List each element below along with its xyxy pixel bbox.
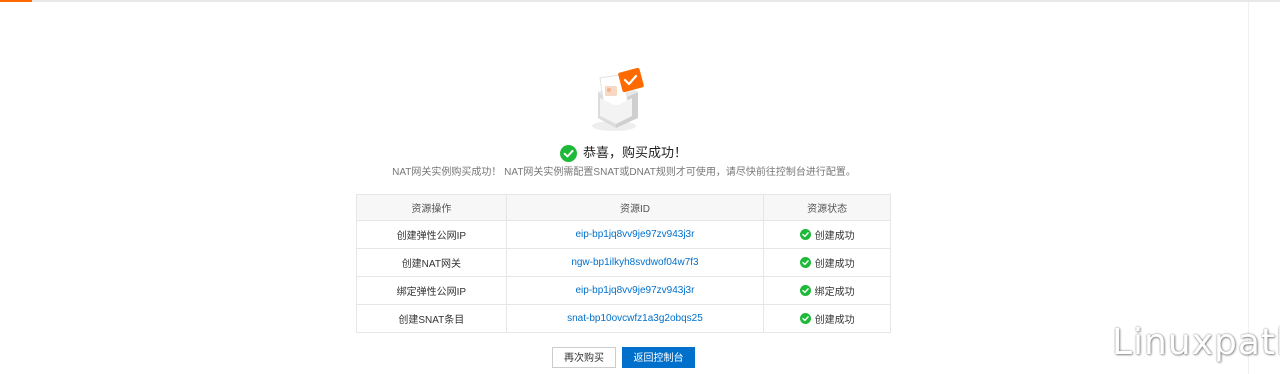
check-circle-icon: [560, 144, 577, 162]
status-badge: 创建成功: [799, 227, 855, 242]
column-header-status: 资源状态: [763, 194, 891, 221]
back-to-console-button[interactable]: 返回控制台: [622, 347, 695, 368]
success-description: NAT网关实例购买成功！ NAT网关实例需配置SNAT或DNAT规则才可使用，请…: [392, 167, 856, 178]
success-title: 恭喜，购买成功！: [583, 145, 688, 160]
check-circle-icon: [799, 284, 811, 296]
table-row: 创建NAT网关 ngw-bp1ilkyh8svdwof04w7f3 创建成功: [356, 248, 891, 277]
success-heading: 恭喜，购买成功！: [560, 143, 687, 163]
top-border: [0, 0, 1280, 2]
column-header-operation: 资源操作: [356, 194, 507, 221]
operation-cell: 创建弹性公网IP: [356, 220, 507, 249]
table-header-row: 资源操作 资源ID 资源状态: [356, 194, 891, 221]
right-divider: [1248, 2, 1249, 374]
check-circle-icon: [799, 256, 811, 268]
resource-table: 资源操作 资源ID 资源状态 创建弹性公网IP eip-bp1jq8vv9je9…: [356, 194, 891, 333]
status-text: 创建成功: [814, 230, 855, 242]
buy-again-button[interactable]: 再次购买: [552, 347, 616, 368]
status-badge: 绑定成功: [799, 283, 855, 298]
resource-id-link[interactable]: snat-bp10ovcwfz1a3g2obqs25: [567, 313, 703, 324]
column-header-resource-id: 资源ID: [505, 194, 765, 221]
table-row: 创建SNAT条目 snat-bp10ovcwfz1a3g2obqs25 创建成功: [356, 304, 891, 333]
order-success-illustration: [592, 67, 644, 131]
status-badge: 创建成功: [799, 255, 855, 270]
table-row: 创建弹性公网IP eip-bp1jq8vv9je97zv943j3r 创建成功: [356, 220, 891, 249]
resource-id-link[interactable]: ngw-bp1ilkyh8svdwof04w7f3: [571, 257, 698, 268]
operation-cell: 绑定弹性公网IP: [356, 276, 507, 305]
status-text: 绑定成功: [814, 286, 855, 298]
operation-cell: 创建SNAT条目: [356, 304, 507, 333]
check-circle-icon: [799, 312, 811, 324]
brand-accent-bar: [0, 0, 32, 2]
table-row: 绑定弹性公网IP eip-bp1jq8vv9je97zv943j3r 绑定成功: [356, 276, 891, 305]
status-badge: 创建成功: [799, 311, 855, 326]
operation-cell: 创建NAT网关: [356, 248, 507, 277]
watermark-text: Linuxpath: [1112, 322, 1280, 363]
status-text: 创建成功: [814, 314, 855, 326]
status-text: 创建成功: [814, 258, 855, 270]
purchase-success-page: 恭喜，购买成功！ NAT网关实例购买成功！ NAT网关实例需配置SNAT或DNA…: [0, 0, 1280, 374]
resource-id-link[interactable]: eip-bp1jq8vv9je97zv943j3r: [575, 285, 694, 296]
resource-id-link[interactable]: eip-bp1jq8vv9je97zv943j3r: [575, 229, 694, 240]
check-circle-icon: [799, 228, 811, 240]
